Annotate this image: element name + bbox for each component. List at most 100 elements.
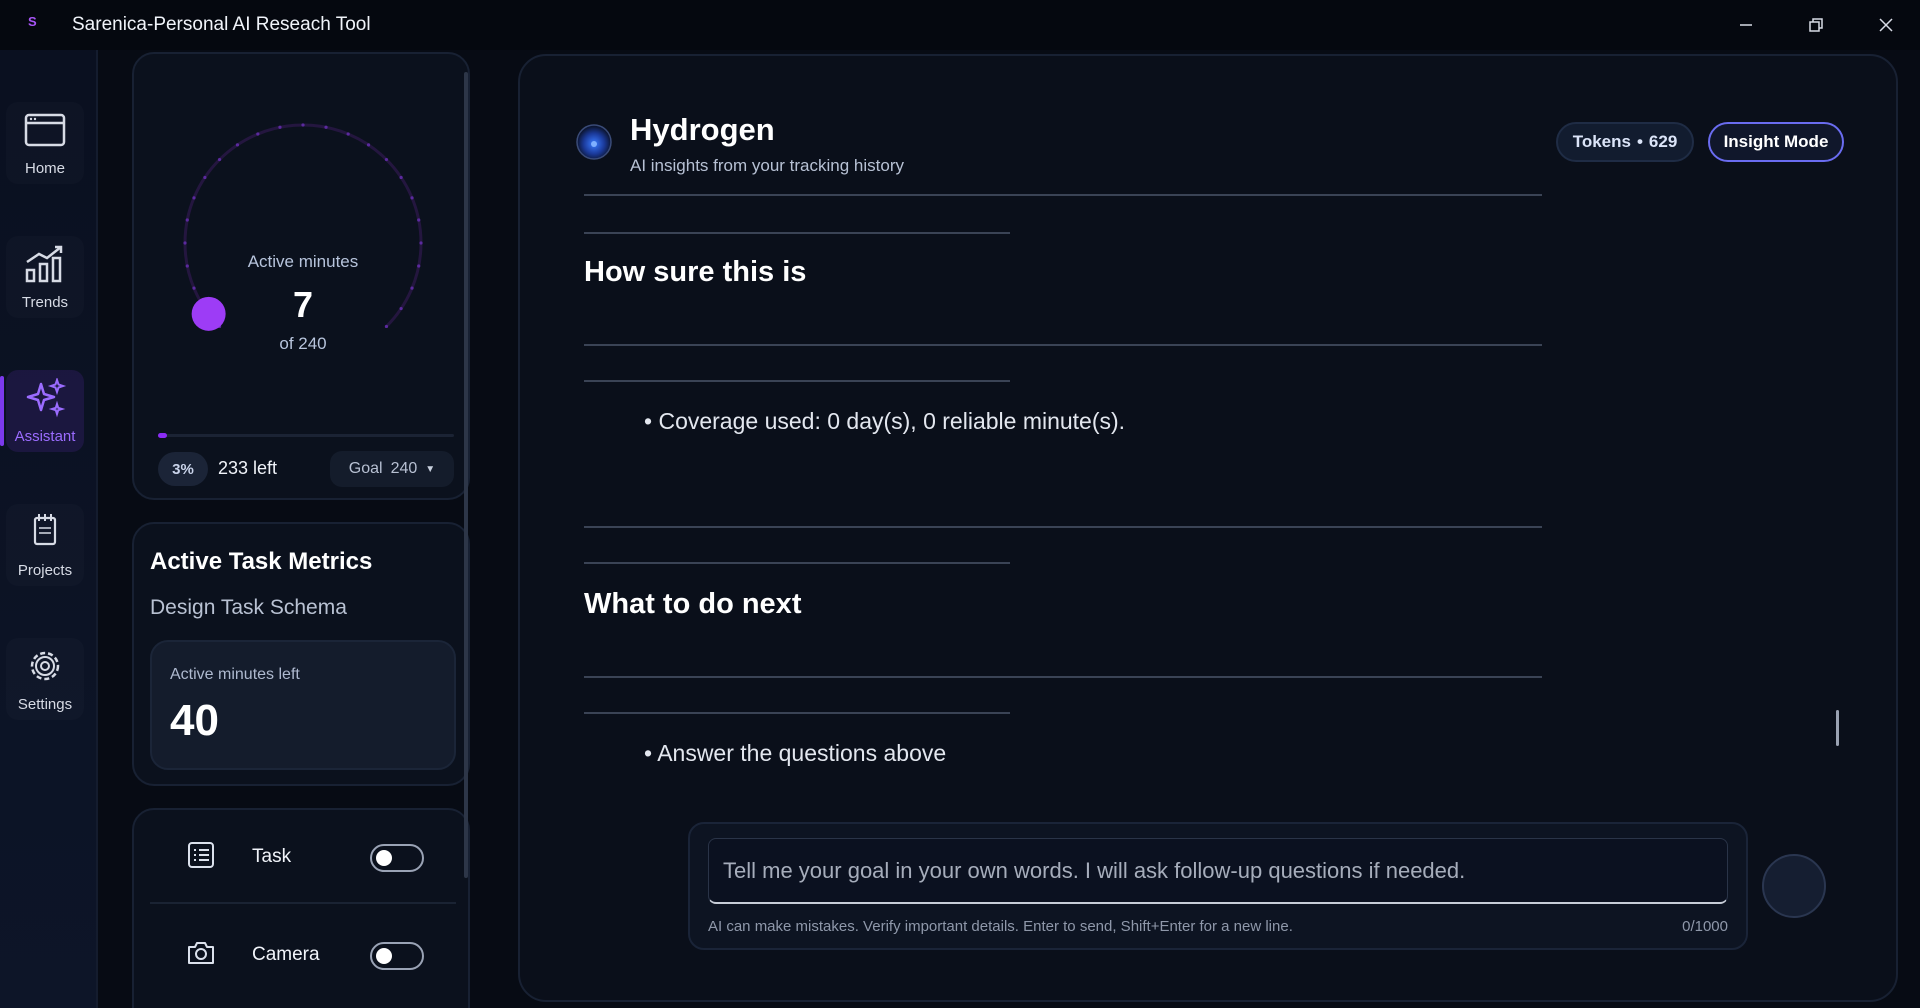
- divider: [584, 232, 1010, 234]
- restore-icon: [1809, 18, 1823, 32]
- goal-select[interactable]: Goal 240 ▼: [330, 451, 454, 487]
- restore-button[interactable]: [1794, 8, 1838, 42]
- assistant-name: Hydrogen: [630, 112, 775, 147]
- nav-item-settings[interactable]: Settings: [6, 638, 84, 720]
- divider: [584, 380, 1010, 382]
- section-title-next-steps: What to do next: [584, 588, 802, 620]
- message-input[interactable]: [708, 838, 1728, 904]
- metrics-title: Active Task Metrics: [150, 548, 373, 575]
- insight-mode-button[interactable]: Insight Mode: [1708, 122, 1844, 162]
- gauge-tick: [419, 241, 423, 245]
- toggle-label-task: Task: [252, 846, 292, 867]
- browser-window-icon: [24, 113, 66, 146]
- task-toggle[interactable]: [370, 844, 424, 872]
- caret-down-icon: ▼: [425, 463, 436, 475]
- tokens-badge: Tokens • 629: [1556, 122, 1694, 162]
- divider: [584, 676, 1542, 678]
- gauge-tick: [399, 175, 403, 180]
- assistant-orb-icon: [576, 124, 612, 160]
- gauge-tick: [192, 196, 196, 200]
- minutes-left-panel: Active minutes left 40: [150, 640, 456, 770]
- divider: [584, 712, 1010, 714]
- goal-label: Goal: [348, 460, 383, 477]
- camera-icon: [188, 942, 214, 964]
- app-logo-icon: S: [28, 14, 37, 29]
- gear-icon: [30, 651, 60, 680]
- progress-fill: [158, 433, 167, 438]
- tokens-label: Tokens: [1572, 132, 1631, 151]
- toggles-card: Task Camera: [132, 808, 470, 1008]
- nav-item-projects[interactable]: Projects: [6, 504, 84, 586]
- minimize-button[interactable]: [1724, 8, 1768, 42]
- minimize-icon: [1740, 24, 1752, 26]
- toggle-row-camera: Camera: [150, 908, 456, 1004]
- chat-scrollbar[interactable]: [1836, 710, 1839, 746]
- progress-track: [158, 433, 454, 438]
- bullet-next-step: • Answer the questions above: [644, 740, 947, 766]
- goal-value: 240: [390, 460, 418, 477]
- assistant-subtitle: AI insights from your tracking history: [630, 156, 904, 175]
- gauge-tick: [301, 123, 305, 127]
- close-icon: [1879, 18, 1893, 32]
- bullet-coverage-text: Coverage used: 0 day(s), 0 reliable minu…: [658, 408, 1126, 434]
- gauge-tick: [183, 241, 187, 245]
- gauge-tick: [278, 125, 282, 129]
- toggle-row-task: Task: [150, 810, 456, 906]
- nav-item-home[interactable]: Home: [6, 102, 84, 184]
- gauge-tick: [417, 218, 421, 222]
- nav-item-assistant[interactable]: Assistant: [0, 370, 84, 452]
- bar-chart-trend-icon: [25, 245, 63, 282]
- nav-label-settings: Settings: [17, 695, 73, 713]
- gauge-tick: [217, 157, 222, 162]
- send-button[interactable]: [1762, 854, 1826, 918]
- divider: [584, 194, 1542, 196]
- divider: [584, 562, 1010, 564]
- gauge-tick: [256, 132, 260, 136]
- list-icon: [188, 842, 214, 868]
- nav-label-trends: Trends: [21, 293, 69, 311]
- gauge-tick: [346, 132, 350, 136]
- metrics-task-name: Design Task Schema: [150, 596, 347, 619]
- message-composer: AI can make mistakes. Verify important d…: [688, 822, 1748, 950]
- tokens-value: 629: [1648, 132, 1678, 151]
- bullet-next-step-text: Answer the questions above: [657, 740, 947, 766]
- gauge-tick: [366, 143, 371, 147]
- active-minutes-card: Active minutes 7 of 240 3% 233 left Goal…: [132, 52, 470, 500]
- section-title-confidence: How sure this is: [584, 256, 807, 288]
- gauge-tick: [235, 143, 240, 147]
- gauge-tick: [410, 196, 414, 200]
- notebook-icon: [33, 513, 57, 545]
- gauge-of-total: of 240: [279, 334, 327, 353]
- gauge-value: 7: [292, 284, 314, 325]
- minutes-left-value: 40: [170, 696, 219, 745]
- nav-label-projects: Projects: [17, 561, 73, 579]
- app-title: Sarenica-Personal AI Reseach Tool: [72, 14, 371, 35]
- gauge-tick: [185, 218, 189, 222]
- assistant-panel: Hydrogen AI insights from your tracking …: [518, 54, 1898, 1002]
- composer-disclaimer: AI can make mistakes. Verify important d…: [708, 918, 1293, 935]
- percent-badge: 3%: [158, 452, 208, 486]
- minutes-left-text: 233 left: [218, 458, 278, 478]
- close-button[interactable]: [1864, 8, 1908, 42]
- minutes-left-caption: Active minutes left: [170, 666, 300, 683]
- sparkles-icon: [26, 377, 67, 417]
- nav-item-trends[interactable]: Trends: [6, 236, 84, 318]
- gauge-tick: [384, 157, 389, 162]
- active-task-metrics-card: Active Task Metrics Design Task Schema A…: [132, 522, 470, 786]
- nav-label-assistant: Assistant: [14, 427, 76, 445]
- tokens-dot: •: [1636, 132, 1643, 151]
- nav-rail: Home Trends Assistant Projects Settings: [0, 50, 98, 1008]
- gauge-tick: [324, 125, 328, 129]
- character-counter: 0/1000: [1682, 918, 1728, 935]
- toggle-divider: [150, 902, 456, 904]
- camera-toggle[interactable]: [370, 942, 424, 970]
- divider: [584, 344, 1542, 346]
- title-bar: S Sarenica-Personal AI Reseach Tool: [0, 0, 1920, 50]
- nav-label-home: Home: [24, 159, 65, 177]
- toggle-label-camera: Camera: [252, 944, 320, 965]
- divider: [584, 526, 1542, 528]
- gauge-caption: Active minutes: [247, 252, 359, 271]
- bullet-coverage: • Coverage used: 0 day(s), 0 reliable mi…: [644, 408, 1126, 434]
- gauge-tick: [203, 175, 207, 180]
- sidebar-scrollbar[interactable]: [464, 72, 468, 878]
